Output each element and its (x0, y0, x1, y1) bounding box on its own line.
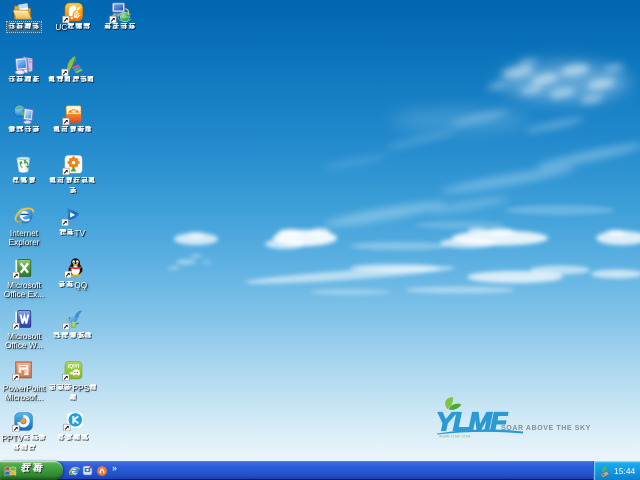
svg-text:SOAR ABOVE THE SKY: SOAR ABOVE THE SKY (501, 425, 591, 432)
svg-text:WWW.YLMF.COM: WWW.YLMF.COM (439, 435, 470, 439)
svg-text:iQIYI: iQIYI (68, 364, 80, 370)
